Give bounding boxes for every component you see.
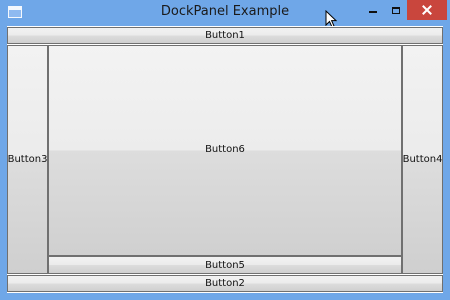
dock-panel: Button1 Button3 Button6 Button5 Button4 … [7, 26, 443, 293]
maximize-icon [392, 6, 400, 14]
close-icon [422, 5, 432, 15]
button3[interactable]: Button3 [7, 45, 48, 274]
button4[interactable]: Button4 [402, 45, 443, 274]
app-window: DockPanel Example Button1 Button3 Button… [0, 0, 450, 300]
minimize-button[interactable] [361, 0, 385, 20]
maximize-button[interactable] [385, 0, 407, 20]
minimize-icon [369, 11, 377, 13]
button2[interactable]: Button2 [7, 275, 443, 292]
button6[interactable]: Button6 [48, 45, 402, 256]
close-button[interactable] [407, 0, 447, 20]
button1[interactable]: Button1 [7, 27, 443, 44]
button5[interactable]: Button5 [48, 256, 402, 274]
title-bar[interactable]: DockPanel Example [0, 0, 450, 26]
